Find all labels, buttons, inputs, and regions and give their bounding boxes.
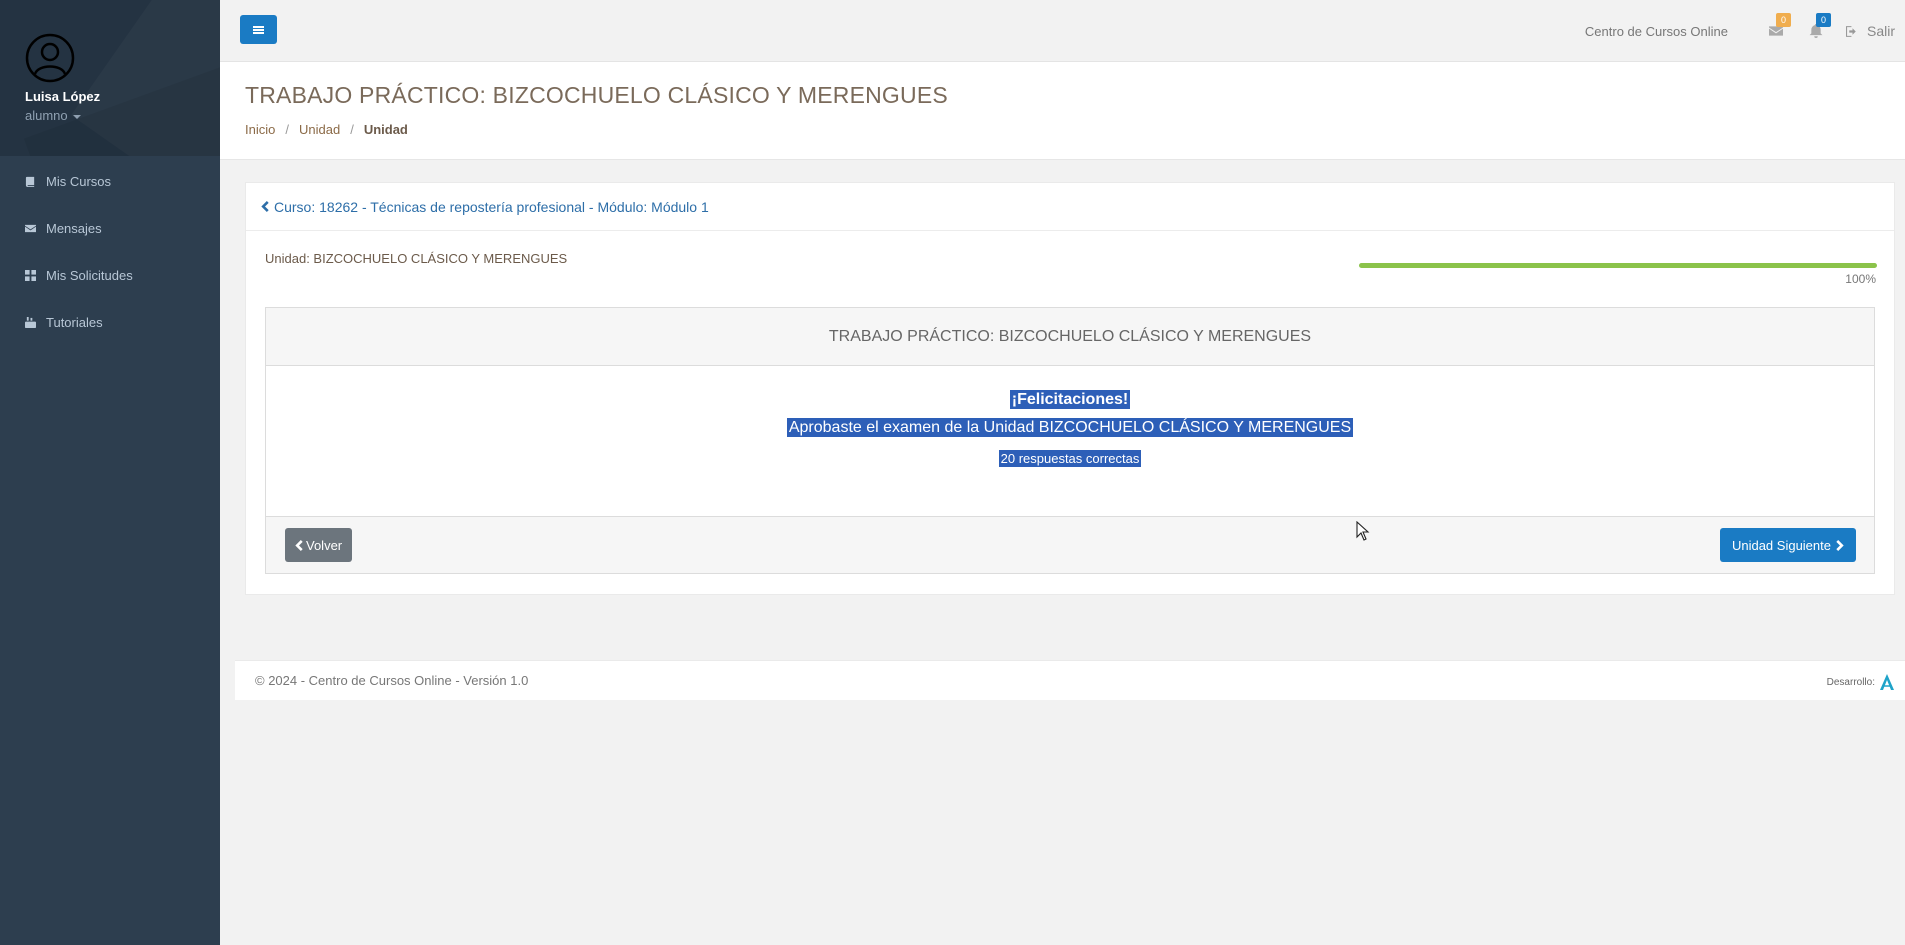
sign-out-icon: [1845, 25, 1856, 37]
grid-icon: [25, 270, 36, 281]
unit-row: Unidad: BIZCOCHUELO CLÁSICO Y MERENGUES …: [246, 231, 1894, 291]
notifications-button[interactable]: 0: [1806, 13, 1831, 41]
breadcrumb: Inicio / Unidad / Unidad: [245, 122, 408, 137]
sidebar-item-label: Mensajes: [46, 221, 102, 236]
user-role-dropdown[interactable]: alumno: [25, 108, 81, 123]
user-avatar-icon[interactable]: [25, 33, 75, 83]
book-icon: [25, 176, 35, 187]
back-button-label: Volver: [306, 537, 343, 553]
breadcrumb-separator: /: [350, 122, 354, 137]
hamburger-icon: [253, 28, 264, 31]
exam-title: TRABAJO PRÁCTICO: BIZCOCHUELO CLÁSICO Y …: [266, 308, 1874, 366]
chevron-left-icon: [261, 201, 269, 212]
user-profile: Luisa López alumno: [0, 0, 220, 156]
exam-actions: Volver Unidad Siguiente: [266, 516, 1874, 573]
sidebar-item-mensajes[interactable]: Mensajes: [0, 205, 220, 252]
progress-bar: [1359, 263, 1877, 268]
footer: © 2024 - Centro de Cursos Online - Versi…: [235, 660, 1905, 700]
page-header: TRABAJO PRÁCTICO: BIZCOCHUELO CLÁSICO Y …: [220, 62, 1905, 160]
footer-copyright: © 2024 - Centro de Cursos Online - Versi…: [255, 673, 529, 688]
developer-label: Desarrollo:: [1826, 676, 1875, 688]
back-button[interactable]: Volver: [285, 528, 353, 562]
logout-link[interactable]: Salir: [1845, 23, 1895, 39]
logout-label: Salir: [1866, 23, 1895, 39]
page-title: TRABAJO PRÁCTICO: BIZCOCHUELO CLÁSICO Y …: [245, 82, 948, 108]
sidebar-item-label: Tutoriales: [46, 315, 103, 330]
next-unit-button[interactable]: Unidad Siguiente: [1719, 528, 1856, 562]
progress-fill: [1359, 263, 1877, 268]
sidebar-item-label: Mis Cursos: [46, 174, 112, 189]
exam-result-box: TRABAJO PRÁCTICO: BIZCOCHUELO CLÁSICO Y …: [265, 307, 1875, 574]
unit-label: Unidad: BIZCOCHUELO CLÁSICO Y MERENGUES: [265, 251, 568, 266]
breadcrumb-inicio[interactable]: Inicio: [245, 122, 275, 137]
messages-button[interactable]: 0: [1766, 13, 1791, 41]
breadcrumb-separator: /: [285, 122, 289, 137]
messages-badge: 0: [1775, 13, 1791, 27]
envelope-icon: [25, 224, 36, 233]
sidebar-nav: Mis Cursos Mensajes Mis Solicitudes Tuto…: [0, 158, 220, 346]
user-name: Luisa López: [25, 89, 101, 104]
exam-result-body: ¡Felicitaciones! Aprobaste el examen de …: [266, 366, 1874, 516]
youtube-icon: [25, 317, 36, 328]
sidebar: Luisa López alumno Mis Cursos Mensajes M…: [0, 0, 220, 945]
course-link-label: Curso: 18262 - Técnicas de repostería pr…: [274, 198, 709, 215]
footer-developer: Desarrollo:: [1827, 673, 1895, 691]
user-role-label: alumno: [25, 108, 68, 123]
sidebar-item-label: Mis Solicitudes: [46, 268, 133, 283]
answers-count: 20 respuestas correctas: [998, 450, 1142, 467]
congrats-heading: ¡Felicitaciones!: [1009, 390, 1131, 409]
congrats-message: Aprobaste el examen de la Unidad BIZCOCH…: [786, 418, 1354, 437]
chevron-right-icon: [1836, 539, 1844, 551]
developer-logo-icon[interactable]: [1879, 673, 1895, 691]
notifications-badge: 0: [1815, 13, 1831, 27]
breadcrumb-current: Unidad: [363, 122, 408, 137]
topbar: Centro de Cursos Online 0 0 Salir: [220, 0, 1905, 62]
caret-down-icon: [72, 114, 81, 119]
breadcrumb-unidad[interactable]: Unidad: [299, 122, 340, 137]
sidebar-item-mis-solicitudes[interactable]: Mis Solicitudes: [0, 252, 220, 299]
mouse-cursor-icon: [1356, 521, 1370, 541]
menu-toggle-button[interactable]: [240, 15, 277, 44]
sidebar-item-tutoriales[interactable]: Tutoriales: [0, 299, 220, 346]
course-back-link[interactable]: Curso: 18262 - Técnicas de repostería pr…: [246, 183, 1894, 231]
sidebar-item-mis-cursos[interactable]: Mis Cursos: [0, 158, 220, 205]
progress-text: 100%: [1845, 272, 1876, 286]
next-unit-label: Unidad Siguiente: [1731, 537, 1831, 553]
chevron-left-icon: [295, 539, 303, 551]
site-name: Centro de Cursos Online: [1584, 23, 1728, 39]
unit-panel: Curso: 18262 - Técnicas de repostería pr…: [245, 182, 1895, 595]
